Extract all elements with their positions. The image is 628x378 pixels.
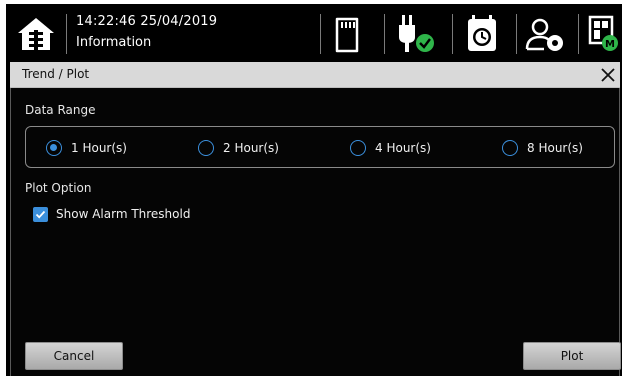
user-settings-button[interactable] bbox=[524, 13, 570, 55]
radio-label: 4 Hour(s) bbox=[375, 141, 431, 155]
home-button[interactable] bbox=[14, 12, 58, 56]
power-plug-ok-icon bbox=[394, 13, 440, 55]
plot-button[interactable]: Plot bbox=[523, 342, 621, 370]
sd-card-button[interactable] bbox=[332, 13, 378, 55]
radio-2-hours[interactable]: 2 Hour(s) bbox=[198, 139, 279, 157]
data-range-label: Data Range bbox=[25, 103, 96, 117]
power-status-button[interactable] bbox=[394, 13, 440, 55]
sd-card-icon bbox=[332, 13, 378, 55]
data-range-group: 1 Hour(s) 2 Hour(s) 4 Hour(s) 8 Hour(s) bbox=[25, 126, 615, 168]
show-alarm-threshold-checkbox[interactable]: Show Alarm Threshold bbox=[33, 206, 190, 222]
close-icon bbox=[598, 68, 618, 89]
home-icon bbox=[14, 18, 58, 60]
plot-option-label: Plot Option bbox=[25, 181, 92, 195]
top-bar: 14:22:46 25/04/2019 Information M bbox=[6, 4, 622, 62]
separator bbox=[384, 14, 385, 54]
radio-1-hour[interactable]: 1 Hour(s) bbox=[46, 139, 127, 157]
radio-unselected-icon bbox=[350, 140, 366, 156]
radio-selected-icon bbox=[46, 140, 62, 156]
dialog-title: Trend / Plot bbox=[22, 67, 90, 81]
alarm-clock-icon bbox=[462, 13, 508, 55]
radio-unselected-icon bbox=[198, 140, 214, 156]
radio-label: 8 Hour(s) bbox=[527, 141, 583, 155]
separator bbox=[320, 14, 321, 54]
show-alarm-threshold-label: Show Alarm Threshold bbox=[56, 207, 191, 221]
close-button[interactable] bbox=[598, 65, 618, 85]
user-settings-icon bbox=[524, 13, 570, 55]
layout-m-icon: M bbox=[586, 13, 620, 55]
separator bbox=[578, 14, 579, 54]
radio-8-hours[interactable]: 8 Hour(s) bbox=[502, 139, 583, 157]
layout-button[interactable]: M bbox=[586, 13, 620, 55]
screen-title: Information bbox=[76, 35, 152, 50]
separator bbox=[516, 14, 517, 54]
separator bbox=[452, 14, 453, 54]
svg-text:M: M bbox=[605, 39, 615, 50]
dialog-body: Data Range 1 Hour(s) 2 Hour(s) 4 Hour(s)… bbox=[10, 88, 621, 376]
date-time: 14:22:46 25/04/2019 bbox=[76, 14, 218, 29]
schedule-button[interactable] bbox=[462, 13, 508, 55]
device-screen: 14:22:46 25/04/2019 Information M Trend … bbox=[6, 4, 622, 376]
separator bbox=[66, 14, 67, 54]
dialog-title-bar: Trend / Plot bbox=[10, 62, 620, 88]
checkbox-checked-icon bbox=[33, 206, 48, 222]
radio-4-hours[interactable]: 4 Hour(s) bbox=[350, 139, 431, 157]
radio-label: 2 Hour(s) bbox=[223, 141, 279, 155]
cancel-button[interactable]: Cancel bbox=[25, 342, 123, 370]
radio-label: 1 Hour(s) bbox=[71, 141, 127, 155]
radio-unselected-icon bbox=[502, 140, 518, 156]
